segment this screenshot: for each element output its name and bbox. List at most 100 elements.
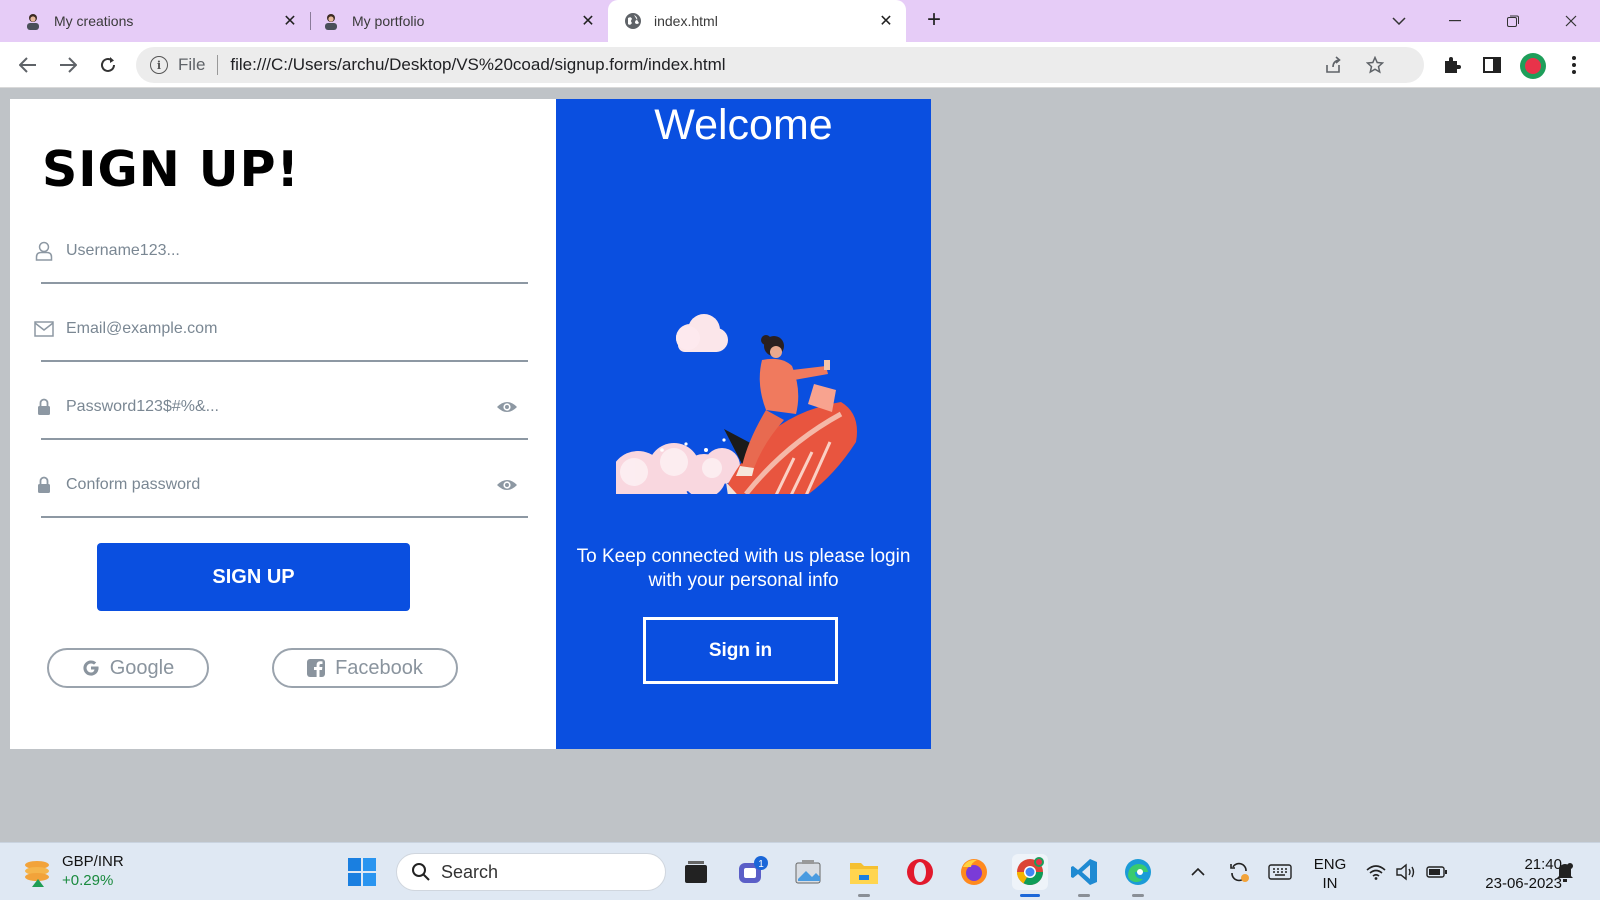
minimize-button[interactable] — [1442, 8, 1468, 34]
task-view-icon[interactable] — [678, 854, 714, 890]
input-underline — [41, 516, 528, 518]
kebab-menu-icon[interactable] — [1562, 53, 1586, 77]
mail-icon — [34, 319, 54, 339]
url-text[interactable]: file:///C:/Users/archu/Desktop/VS%20coad… — [230, 55, 725, 75]
share-icon[interactable] — [1322, 54, 1344, 76]
clock-time: 21:40 — [1524, 856, 1562, 873]
eye-icon[interactable] — [496, 474, 518, 496]
facebook-icon — [307, 659, 326, 677]
app-running-indicator — [1078, 894, 1090, 897]
app-running-indicator — [858, 894, 870, 897]
google-icon — [82, 659, 100, 677]
avatar-icon — [24, 12, 42, 30]
reload-icon[interactable] — [94, 51, 122, 79]
language-code: ENG — [1313, 856, 1347, 873]
volume-icon[interactable] — [1392, 854, 1420, 890]
bookmark-star-icon[interactable] — [1364, 54, 1386, 76]
close-window-button[interactable] — [1558, 8, 1584, 34]
widget-change: +0.29% — [62, 872, 114, 889]
close-icon[interactable]: ✕ — [578, 11, 598, 31]
eye-icon[interactable] — [496, 396, 518, 418]
taskbar: GBP/INR +0.29% Search 1 ENG IN 21:40 23-… — [0, 842, 1600, 900]
google-label: Google — [109, 656, 175, 679]
keyboard-icon[interactable] — [1264, 854, 1296, 890]
facebook-button[interactable]: Facebook — [272, 648, 458, 688]
tab-search-chevron-icon[interactable] — [1386, 8, 1412, 34]
tab-bar: My creations ✕ My portfolio ✕ index.html… — [0, 0, 1600, 42]
password-field — [34, 385, 528, 445]
vscode-icon[interactable] — [1066, 854, 1102, 890]
search-label: Search — [441, 861, 499, 882]
signup-form-panel: SIGN UP! SIGN UP — [10, 99, 556, 749]
opera-icon[interactable] — [902, 854, 938, 890]
signup-button[interactable]: SIGN UP — [97, 543, 410, 611]
edge-icon[interactable] — [1120, 854, 1156, 890]
email-input[interactable] — [66, 315, 486, 343]
signin-button[interactable]: Sign in — [643, 617, 838, 684]
widget-title: GBP/INR — [62, 853, 124, 870]
lock-icon — [34, 397, 54, 417]
clock[interactable]: 21:40 23-06-2023 — [1462, 855, 1562, 893]
user-icon — [34, 241, 54, 261]
tab-title: index.html — [654, 13, 718, 29]
app-running-indicator — [1132, 894, 1144, 897]
login-prompt-text: To Keep connected with us please login w… — [576, 546, 911, 591]
currency-widget[interactable]: GBP/INR +0.29% — [62, 852, 124, 890]
windows-start-icon[interactable] — [344, 854, 380, 890]
username-input[interactable] — [66, 237, 486, 265]
battery-icon[interactable] — [1422, 854, 1452, 890]
rocket-rider-illustration — [616, 314, 857, 494]
chat-badge: 1 — [758, 859, 764, 870]
google-button[interactable]: Google — [47, 648, 209, 688]
search-icon — [411, 862, 431, 882]
chrome-icon[interactable] — [1012, 854, 1048, 890]
tab-my-creations[interactable]: My creations ✕ — [0, 0, 310, 42]
confirm-password-input[interactable] — [66, 471, 486, 499]
language-region: IN — [1322, 875, 1338, 892]
extensions-puzzle-icon[interactable] — [1440, 53, 1464, 77]
password-input[interactable] — [66, 393, 486, 421]
side-panel-icon[interactable] — [1480, 53, 1504, 77]
photos-app-icon[interactable] — [790, 854, 826, 890]
file-explorer-icon[interactable] — [846, 854, 882, 890]
chevron-up-icon[interactable] — [1184, 854, 1212, 890]
scheme-label: File — [178, 55, 206, 74]
welcome-panel: Welcome To Keep connected with us please… — [556, 99, 931, 749]
language-indicator[interactable]: ENG IN — [1310, 855, 1350, 893]
back-arrow-icon[interactable] — [14, 51, 42, 79]
confirm-password-field — [34, 463, 528, 523]
tab-title: My portfolio — [352, 13, 425, 29]
wifi-icon[interactable] — [1362, 854, 1390, 890]
clock-date: 23-06-2023 — [1485, 875, 1562, 892]
profile-avatar-icon[interactable] — [1520, 53, 1546, 79]
notification-bell-icon[interactable] — [1550, 854, 1580, 890]
currency-widget-icon[interactable] — [20, 855, 54, 889]
address-divider — [217, 55, 219, 75]
lock-icon — [34, 475, 54, 495]
page-title: SIGN UP! — [42, 141, 300, 198]
input-underline — [41, 438, 528, 440]
browser-toolbar: i File file:///C:/Users/archu/Desktop/VS… — [0, 42, 1600, 88]
info-icon[interactable]: i — [150, 56, 168, 74]
firefox-icon[interactable] — [956, 854, 992, 890]
forward-arrow-icon[interactable] — [54, 51, 82, 79]
close-icon[interactable]: ✕ — [876, 11, 896, 31]
welcome-heading: Welcome — [654, 101, 833, 149]
tab-title: My creations — [54, 13, 134, 29]
close-icon[interactable]: ✕ — [280, 11, 300, 31]
tab-index-html[interactable]: index.html ✕ — [608, 0, 906, 42]
tab-my-portfolio[interactable]: My portfolio ✕ — [310, 0, 608, 42]
globe-icon — [624, 12, 642, 30]
email-field — [34, 307, 528, 367]
teams-chat-icon[interactable]: 1 — [734, 854, 770, 890]
facebook-label: Facebook — [335, 656, 423, 679]
avatar-icon — [322, 12, 340, 30]
input-underline — [41, 282, 528, 284]
sync-icon[interactable] — [1224, 854, 1254, 890]
new-tab-button[interactable]: + — [922, 8, 946, 33]
address-bar[interactable]: i File file:///C:/Users/archu/Desktop/VS… — [136, 47, 1424, 83]
active-app-indicator — [1020, 894, 1040, 897]
input-underline — [41, 360, 528, 362]
restore-button[interactable] — [1500, 8, 1526, 34]
taskbar-search[interactable]: Search — [396, 853, 666, 891]
